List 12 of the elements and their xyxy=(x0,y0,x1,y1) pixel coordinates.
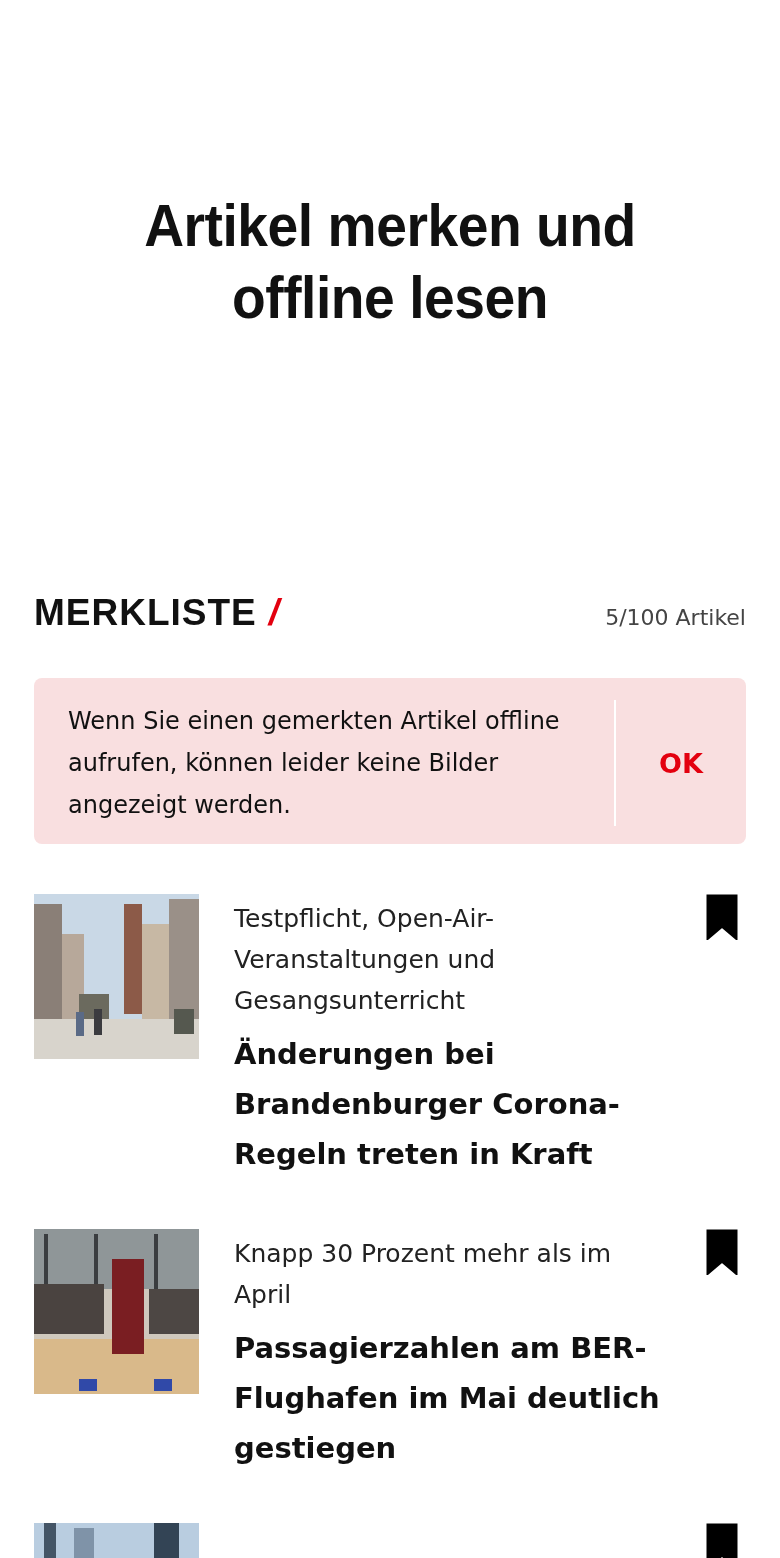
article-kicker: Knapp 30 Prozent mehr als im April xyxy=(234,1238,613,1311)
article-title[interactable]: Änderungen bei Brandenburger Corona-Regeln treten in Kraft xyxy=(234,1029,668,1179)
bookmark-icon[interactable] xyxy=(706,894,738,940)
bookmark-icon[interactable] xyxy=(706,1229,738,1275)
section-slash: / xyxy=(268,592,280,634)
ok-button[interactable]: OK xyxy=(614,700,746,826)
notice-text: Wenn Sie einen gemerkten Artikel offline aufrufen, können leider keine Bilder angezeigt werden. xyxy=(68,706,561,821)
article-count: 5/100 Artikel xyxy=(605,605,746,630)
headline: Artikel merken und offline lesen xyxy=(143,191,637,333)
article-kicker: Testpflicht, Open-Air-Veranstaltungen und Gesangsunterricht xyxy=(234,903,497,1017)
article-title[interactable]: Passagierzahlen am BER-Flughafen im Mai deutlich gestiegen xyxy=(234,1323,668,1473)
section-title: MERKLISTE xyxy=(34,592,257,634)
